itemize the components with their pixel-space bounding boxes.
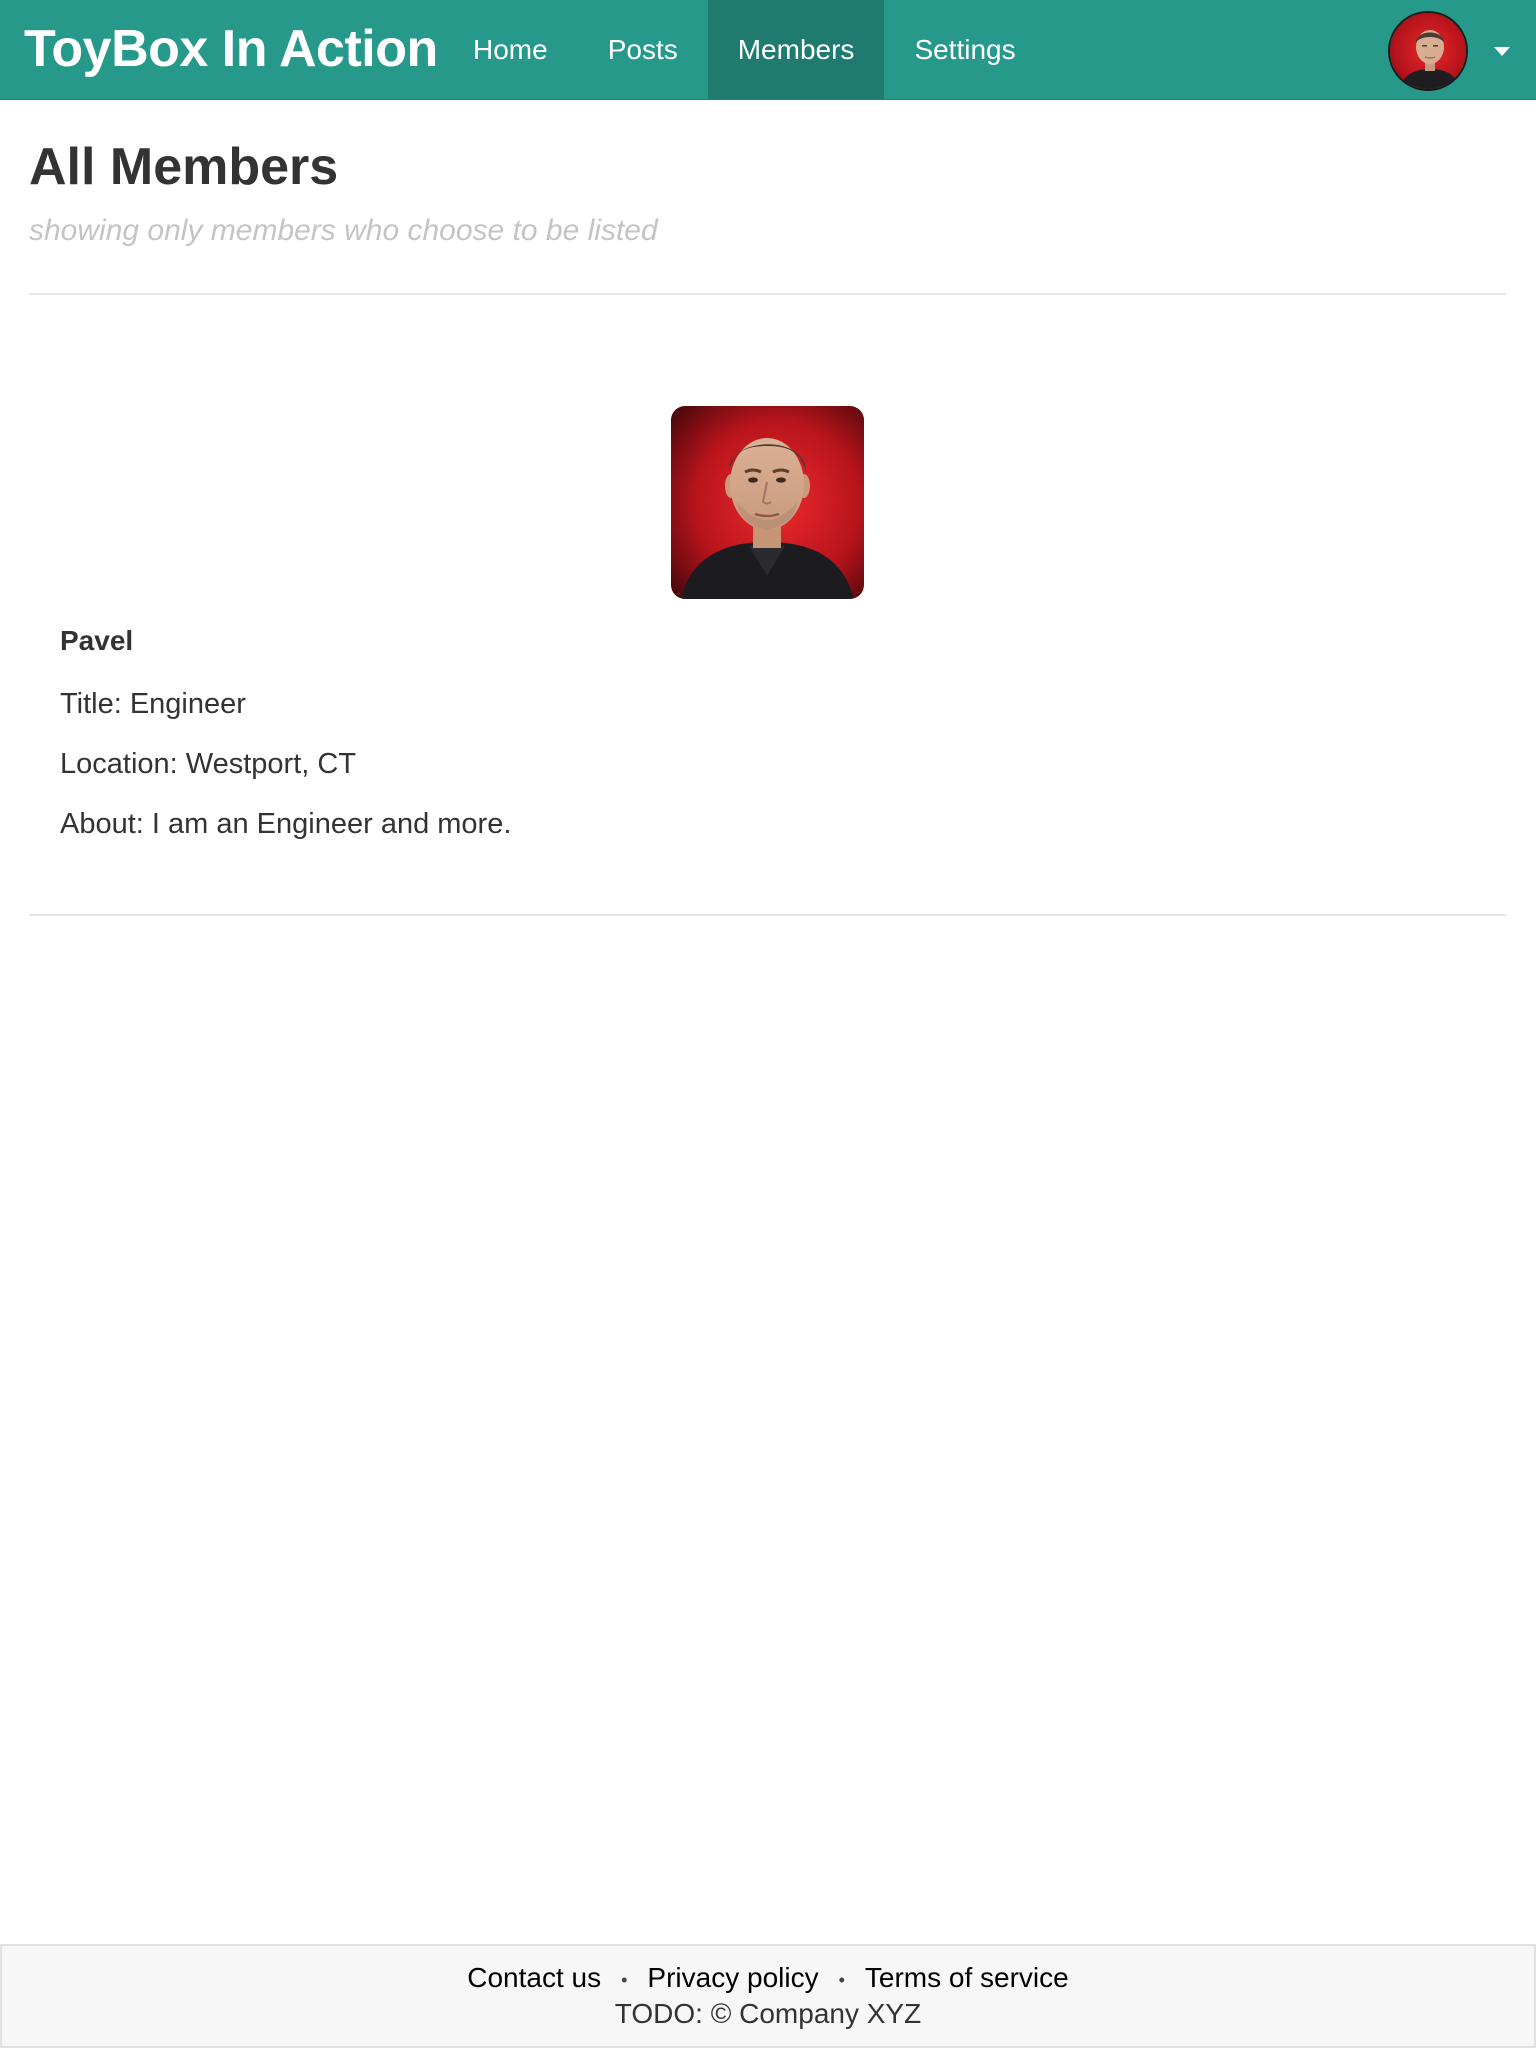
footer-separator: • [838,1969,845,1990]
member-title: Title: Engineer [60,688,246,720]
privacy-policy-link[interactable]: Privacy policy [647,1962,818,1993]
user-avatar-icon[interactable] [1388,11,1468,91]
member-name: Pavel [60,625,134,656]
terms-of-service-link[interactable]: Terms of service [865,1962,1069,1993]
member-avatar [671,406,864,599]
page-subtitle: showing only members who choose to be li… [29,214,658,247]
page-title: All Members [29,138,339,196]
member-location: Location: Westport, CT [60,748,357,780]
nav-item-settings[interactable]: Settings [884,0,1045,99]
copyright-text: TODO: © Company XYZ [614,1998,922,2029]
nav-item-members[interactable]: Members [707,0,885,99]
page-header: All Members showing only members who cho… [29,99,1506,295]
user-menu-toggle[interactable] [1376,0,1536,99]
member-card: Pavel Title: Engineer Location: Westport… [29,293,1506,916]
nav-item-home[interactable]: Home [443,0,578,99]
contact-us-link[interactable]: Contact us [467,1962,601,1993]
brand-logo[interactable]: ToyBox In Action [24,0,438,99]
top-navbar: ToyBox In Action Home Posts Members Sett… [0,0,1536,100]
member-about: About: I am an Engineer and more. [60,808,512,840]
footer: Contact us • Privacy policy • Terms of servi… [0,1944,1536,2048]
caret-down-icon [1494,47,1510,56]
footer-separator: • [621,1969,628,1990]
footer-links: Contact us • Privacy policy • Terms of servi… [2,1960,1534,1998]
nav-item-posts[interactable]: Posts [578,0,708,99]
nav-links: Home Posts Members Settings [443,0,1046,99]
